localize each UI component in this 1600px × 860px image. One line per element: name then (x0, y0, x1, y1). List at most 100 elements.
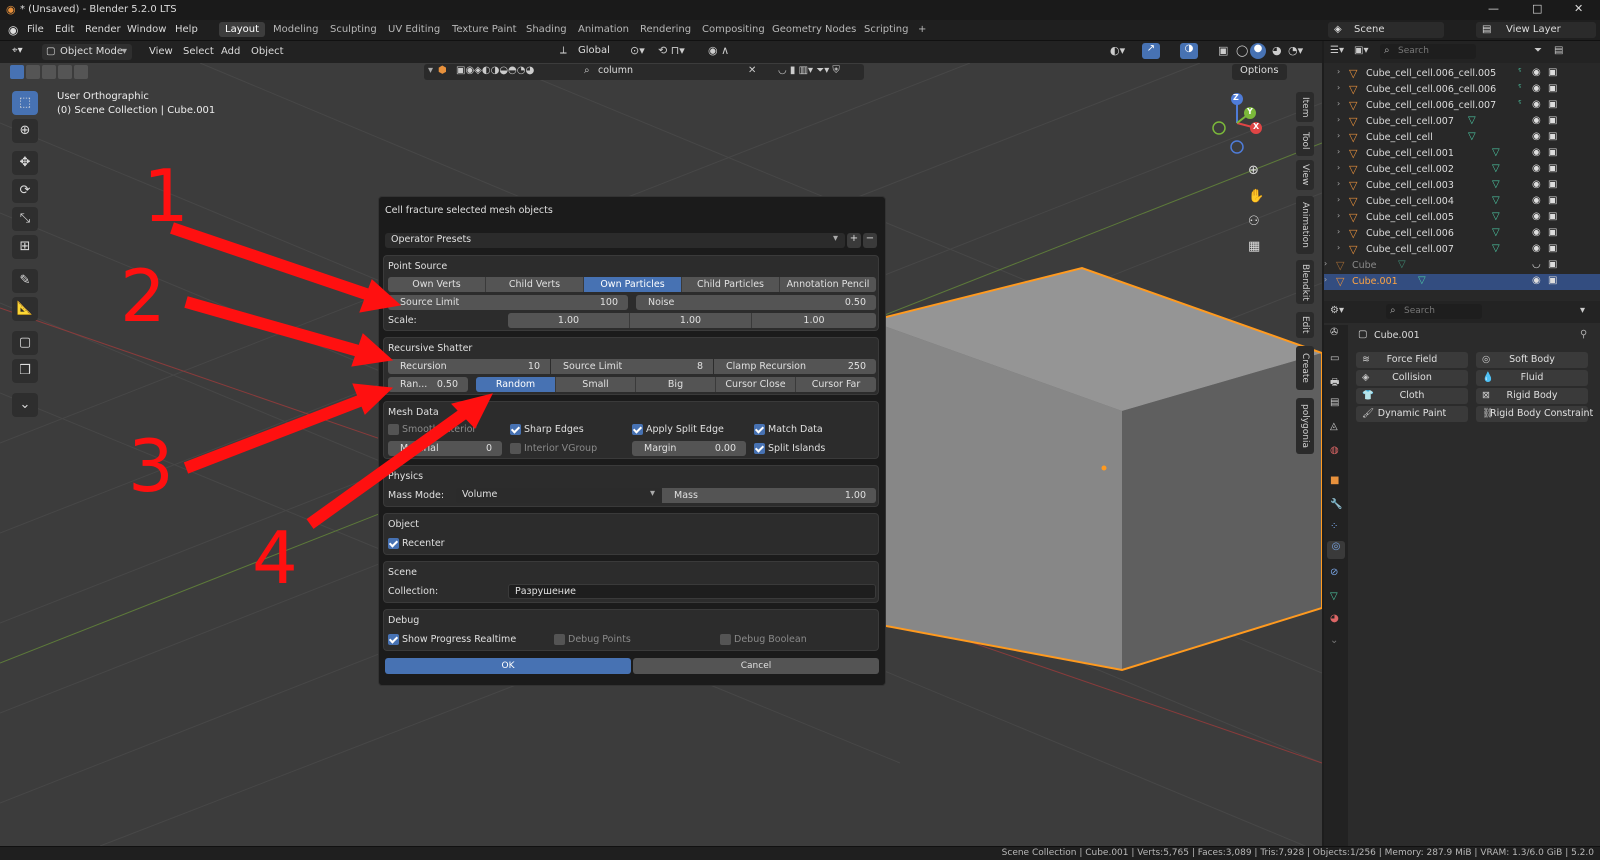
camera-icon[interactable]: ▣ (1548, 275, 1557, 286)
outliner-row[interactable]: › ▽ Cube_cell_cell.006_cell.005 ˁ ◉ ▣ (1324, 66, 1600, 82)
outliner-row[interactable]: › ▽ Cube_cell_cell ▽ ◉ ▣ (1324, 130, 1600, 146)
view-layer-tab-icon[interactable]: ▤ (1330, 397, 1339, 408)
eye-icon[interactable]: ◉ (1532, 131, 1541, 142)
eye-icon[interactable]: ◉ (1532, 147, 1541, 158)
rigid-body-button[interactable]: ⊠ Rigid Body (1476, 388, 1588, 404)
properties-header: ⚙▾ ⌕ Search ▾ (1324, 301, 1600, 323)
mesh-data-icon: ▽ (1468, 115, 1476, 126)
tool-tab-icon[interactable]: ✇ (1330, 327, 1338, 338)
chevron-down-icon[interactable]: ▾ (1580, 305, 1585, 316)
fluid-button[interactable]: 💧 Fluid (1476, 370, 1588, 386)
mesh-data-icon: ▽ (1492, 147, 1500, 158)
eye-icon[interactable]: ◉ (1532, 163, 1541, 174)
mesh-data-icon: ▽ (1492, 227, 1500, 238)
arrow-1-head (359, 279, 402, 313)
mesh-object-icon: ▽ (1336, 275, 1345, 288)
mesh-object-icon: ▽ (1349, 83, 1358, 96)
search-icon: ⌕ (1384, 45, 1390, 56)
eye-icon[interactable]: ◉ (1532, 243, 1541, 254)
scene-tab-icon[interactable]: ◬ (1330, 421, 1338, 432)
eye-icon[interactable]: ◉ (1532, 211, 1541, 222)
camera-icon[interactable]: ▣ (1548, 99, 1557, 110)
outliner-search-input[interactable]: ⌕ Search (1380, 44, 1476, 59)
collision-button[interactable]: ◈ Collision (1356, 370, 1468, 386)
camera-icon[interactable]: ▣ (1548, 243, 1557, 254)
search-icon: ⌕ (1390, 305, 1396, 316)
mesh-object-icon: ▽ (1349, 115, 1358, 128)
dynamic-paint-button[interactable]: 🖌 Dynamic Paint (1356, 406, 1468, 422)
outliner-row[interactable]: › ▽ Cube_cell_cell.007 ▽ ◉ ▣ (1324, 242, 1600, 258)
cloth-button[interactable]: 👕 Cloth (1356, 388, 1468, 404)
eye-icon[interactable]: ◉ (1532, 99, 1541, 110)
outliner-row[interactable]: › ▽ Cube_cell_cell.005 ▽ ◉ ▣ (1324, 210, 1600, 226)
eye-icon[interactable]: ◉ (1532, 115, 1541, 126)
mesh-data-icon: ▽ (1398, 259, 1406, 270)
outliner-row[interactable]: › ▽ Cube_cell_cell.006 ▽ ◉ ▣ (1324, 226, 1600, 242)
mesh-object-icon: ▽ (1349, 211, 1358, 224)
mesh-object-icon: ▽ (1349, 67, 1358, 80)
camera-icon[interactable]: ▣ (1548, 195, 1557, 206)
constraints-tab-icon[interactable]: ⊘ (1330, 567, 1338, 578)
annotation-number-2: 2 (120, 254, 166, 338)
mesh-object-icon: ▽ (1349, 227, 1358, 240)
mesh-object-icon: ▽ (1349, 99, 1358, 112)
outliner-row[interactable]: › ▽ Cube ▽ ◡ ▣ (1324, 258, 1600, 274)
camera-icon[interactable]: ▣ (1548, 227, 1557, 238)
arrow-1 (170, 222, 374, 302)
render-tab-icon[interactable]: ▭ (1330, 353, 1339, 364)
display-mode-icon[interactable]: ▣▾ (1354, 45, 1368, 56)
physics-tab-icon[interactable]: ◎ (1327, 541, 1345, 559)
camera-icon[interactable]: ▣ (1548, 131, 1557, 142)
mesh-data-icon: ▽ (1492, 243, 1500, 254)
more-tabs-icon[interactable]: ⌄ (1330, 635, 1338, 646)
rigid-body-constraint-button[interactable]: ⛓ Rigid Body Constraint (1476, 406, 1593, 422)
eye-icon[interactable]: ◉ (1532, 195, 1541, 206)
mesh-data-icon: ▽ (1468, 131, 1476, 142)
new-collection-icon[interactable]: ▤ (1554, 45, 1563, 56)
camera-icon[interactable]: ▣ (1548, 163, 1557, 174)
camera-icon[interactable]: ▣ (1548, 147, 1557, 158)
camera-icon[interactable]: ▣ (1548, 211, 1557, 222)
properties-editor-type-icon[interactable]: ⚙▾ (1330, 305, 1344, 316)
outliner-row-selected[interactable]: › ▽ Cube.001 ▽ ◉ ▣ (1324, 274, 1600, 290)
mesh-data-icon: ˁ (1518, 67, 1522, 78)
pin-icon[interactable]: ⚲ (1580, 329, 1587, 340)
output-tab-icon[interactable]: 🖶 (1330, 375, 1339, 392)
data-tab-icon[interactable]: ▽ (1330, 591, 1338, 602)
camera-icon[interactable]: ▣ (1548, 115, 1557, 126)
mesh-data-icon: ▽ (1492, 163, 1500, 174)
object-tab-icon[interactable]: ■ (1330, 475, 1339, 486)
camera-icon[interactable]: ▣ (1548, 67, 1557, 78)
outliner-row[interactable]: › ▽ Cube_cell_cell.001 ▽ ◉ ▣ (1324, 146, 1600, 162)
properties-object-name: Cube.001 (1374, 330, 1420, 341)
eye-icon[interactable]: ◉ (1532, 275, 1541, 286)
outliner-row[interactable]: › ▽ Cube_cell_cell.006_cell.006 ˁ ◉ ▣ (1324, 82, 1600, 98)
world-tab-icon[interactable]: ◍ (1330, 445, 1339, 456)
arrow-2 (184, 296, 364, 358)
mesh-data-icon: ▽ (1418, 275, 1426, 286)
modifier-tab-icon[interactable]: 🔧 (1330, 499, 1342, 510)
eye-icon[interactable]: ◉ (1532, 179, 1541, 190)
outliner-row[interactable]: › ▽ Cube_cell_cell.007 ▽ ◉ ▣ (1324, 114, 1600, 130)
eye-icon[interactable]: ◉ (1532, 83, 1541, 94)
object-icon: ▢ (1358, 329, 1368, 340)
mesh-object-icon: ▽ (1349, 131, 1358, 144)
outliner-row[interactable]: › ▽ Cube_cell_cell.003 ▽ ◉ ▣ (1324, 178, 1600, 194)
outliner-row[interactable]: › ▽ Cube_cell_cell.002 ▽ ◉ ▣ (1324, 162, 1600, 178)
soft-body-button[interactable]: ◎ Soft Body (1476, 352, 1588, 368)
eye-hidden-icon[interactable]: ◡ (1532, 259, 1541, 270)
camera-icon[interactable]: ▣ (1548, 83, 1557, 94)
outliner-row[interactable]: › ▽ Cube_cell_cell.004 ▽ ◉ ▣ (1324, 194, 1600, 210)
particles-tab-icon[interactable]: ⁘ (1330, 521, 1338, 532)
eye-icon[interactable]: ◉ (1532, 227, 1541, 238)
camera-icon[interactable]: ▣ (1548, 259, 1557, 270)
eye-icon[interactable]: ◉ (1532, 67, 1541, 78)
outliner-editor-type-icon[interactable]: ☰▾ (1330, 45, 1344, 56)
properties-search-input[interactable]: ⌕ Search (1386, 304, 1482, 319)
properties-panel: ⚙▾ ⌕ Search ▾ ▢ Cube.001 ⚲ ≋ Force Field … (1324, 301, 1600, 846)
filter-icon[interactable]: ⏷ (1534, 45, 1542, 56)
camera-icon[interactable]: ▣ (1548, 179, 1557, 190)
material-tab-icon[interactable]: ◕ (1330, 613, 1339, 624)
force-field-button[interactable]: ≋ Force Field (1356, 352, 1468, 368)
outliner-row[interactable]: › ▽ Cube_cell_cell.006_cell.007 ˁ ◉ ▣ (1324, 98, 1600, 114)
